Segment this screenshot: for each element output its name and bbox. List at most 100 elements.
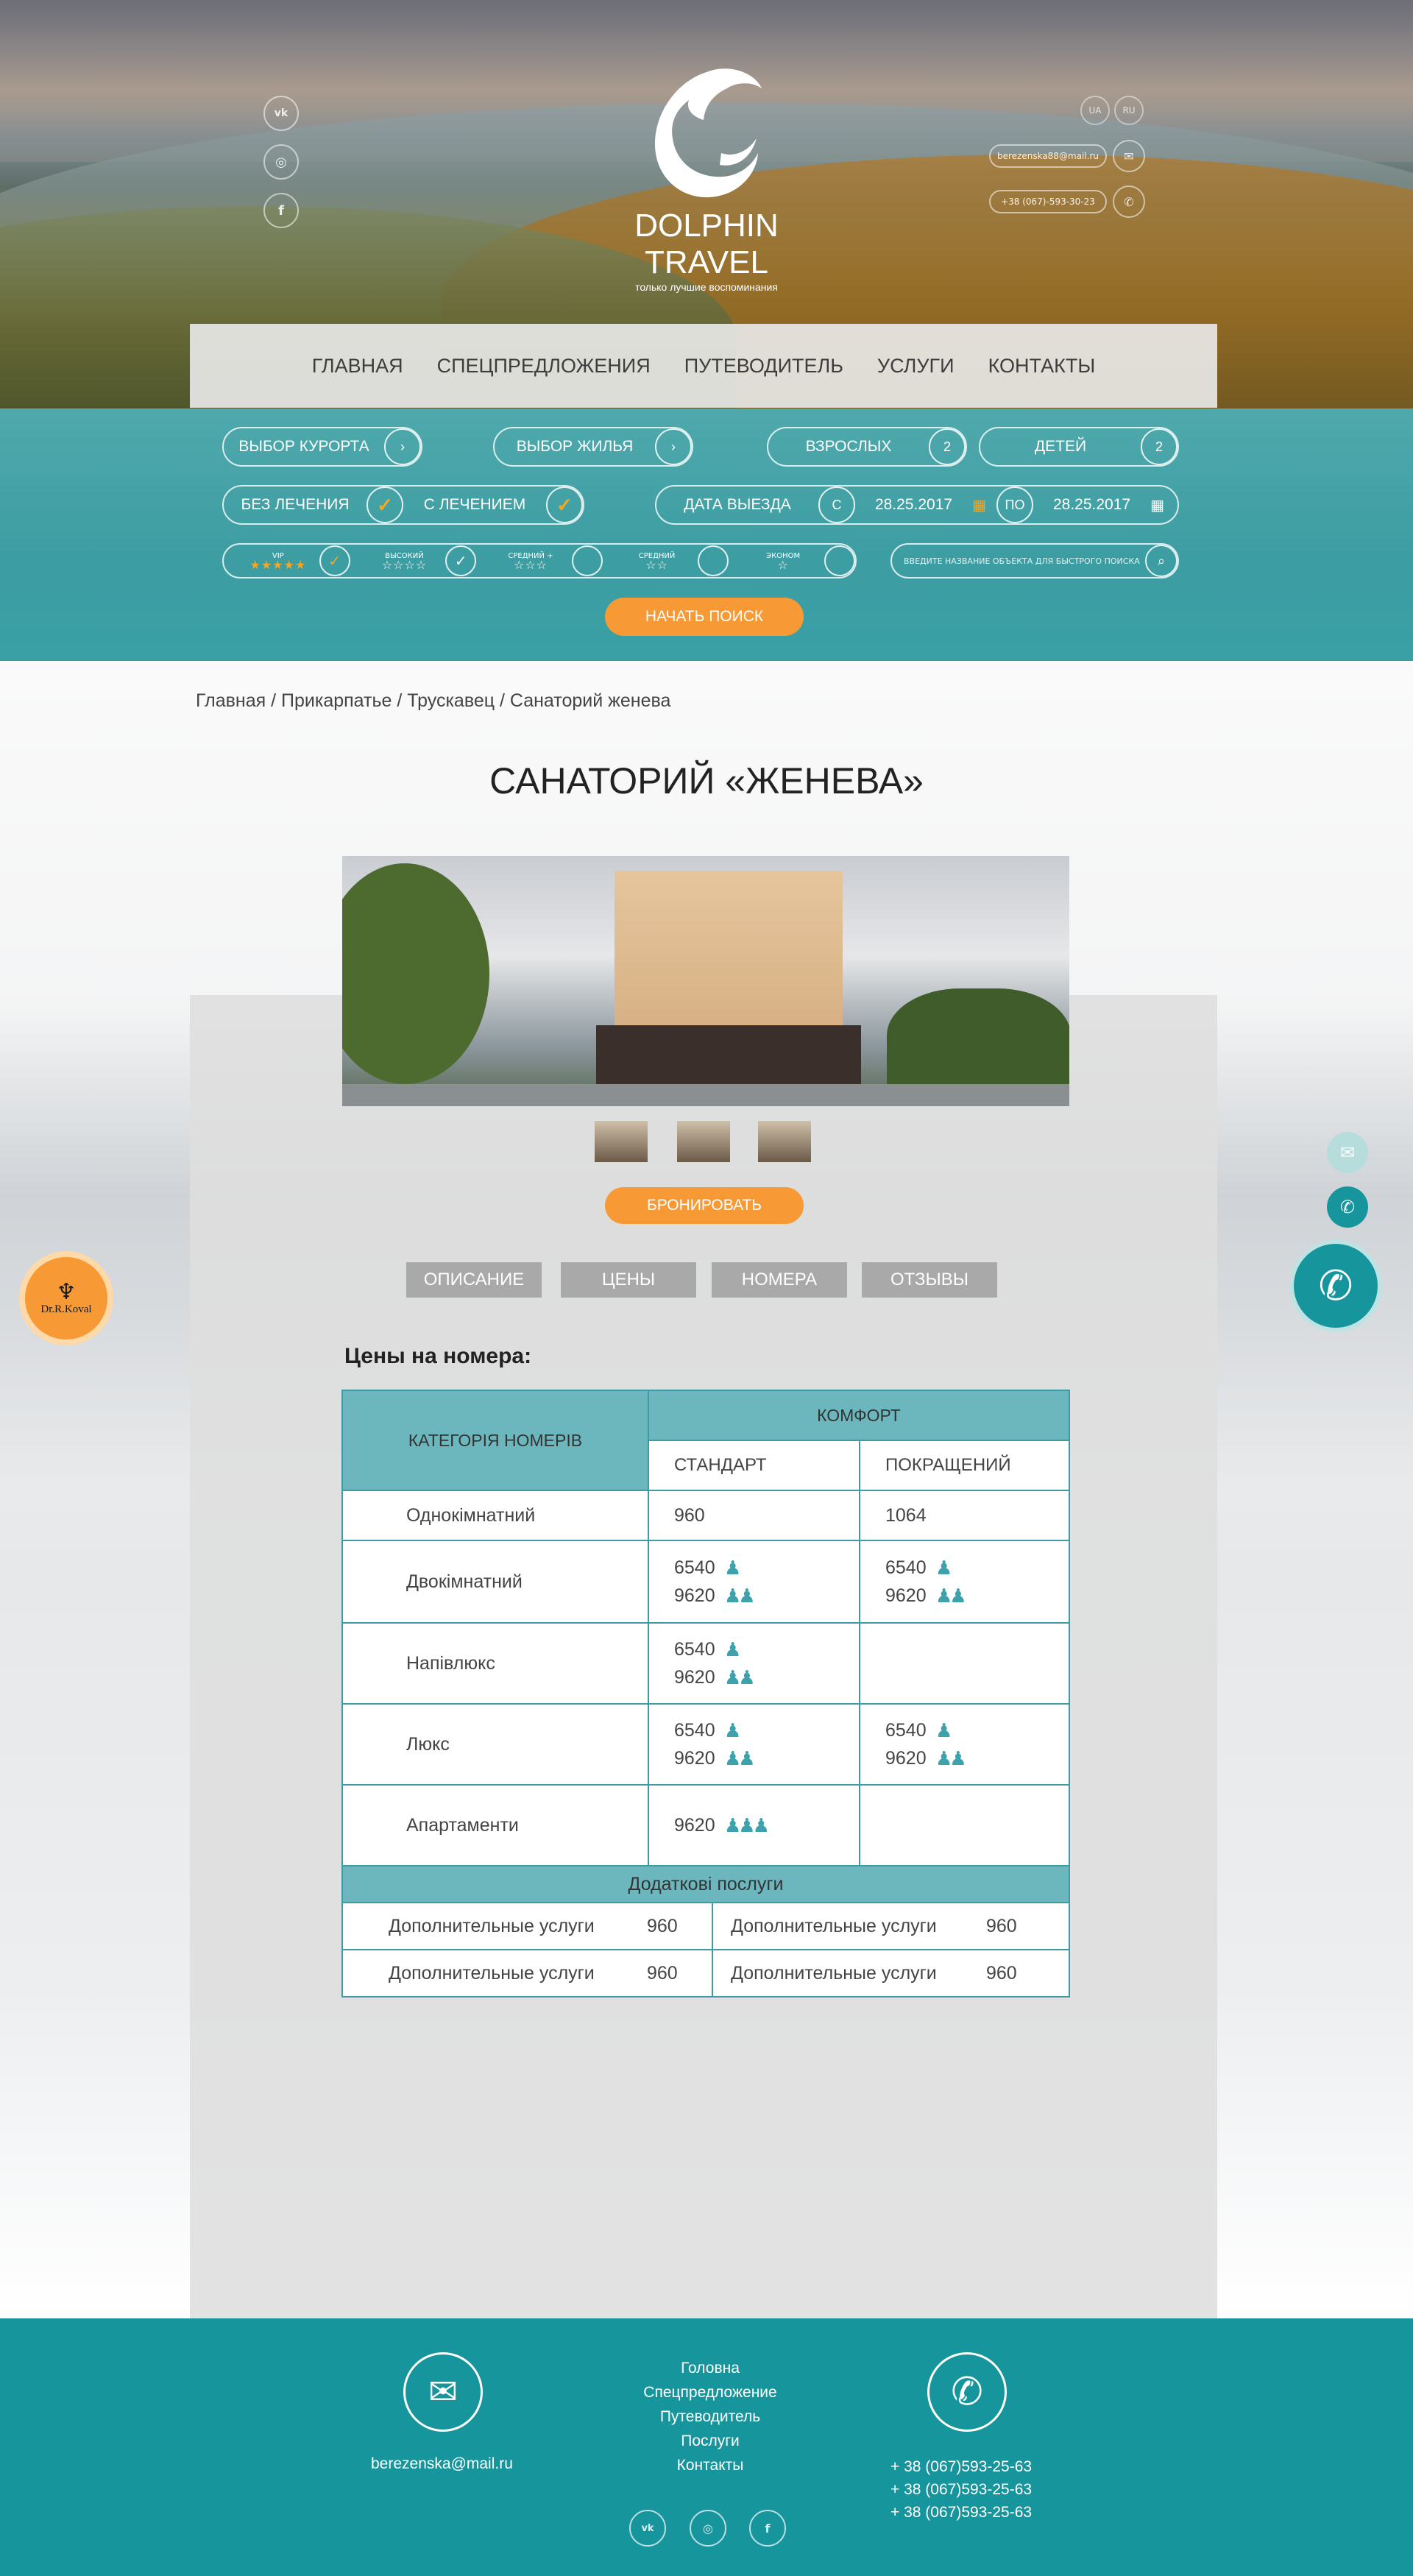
stars-icon: ☆☆☆☆ (381, 558, 428, 572)
adults-count: 2 (929, 428, 966, 465)
extra-services-header: Додаткові послуги (341, 1865, 1070, 1903)
standard-header: СТАНДАРТ (648, 1440, 860, 1491)
facebook-icon[interactable]: f (749, 2510, 786, 2547)
footer-email[interactable]: berezenska@mail.ru (371, 2455, 513, 2473)
nav-home[interactable]: ГЛАВНАЯ (312, 355, 403, 378)
instagram-icon[interactable]: ◎ (690, 2510, 726, 2547)
with-treatment-label: С ЛЕЧЕНИЕМ (423, 496, 526, 513)
quick-search-input[interactable]: ВВЕДИТЕ НАЗВАНИЕ ОБЪЕКТА ДЛЯ БЫСТРОГО ПО… (892, 556, 1145, 566)
footer-phone[interactable]: + 38 (067)593-25-63 (890, 2478, 1032, 2501)
footer-nav-services[interactable]: Послуги (603, 2429, 817, 2453)
footer-nav-home[interactable]: Головна (603, 2356, 817, 2380)
callback-button[interactable]: ✆ (1289, 1239, 1382, 1332)
header-social-links: vk ◎ f (263, 96, 299, 241)
to-date-input[interactable]: 28.25.2017 (1033, 496, 1150, 514)
price-cell: 6540 ♟ 9620 ♟♟ (859, 1540, 1070, 1624)
nav-services[interactable]: УСЛУГИ (877, 355, 955, 378)
photo-thumbnail[interactable] (758, 1121, 811, 1162)
vk-icon[interactable]: vk (263, 96, 299, 131)
person-icon: ♟ (724, 1638, 741, 1660)
dolphin-logo-icon (655, 68, 762, 198)
book-button[interactable]: БРОНИРОВАТЬ (605, 1187, 804, 1224)
no-treatment-checkbox[interactable]: ✓ (366, 486, 403, 523)
table-row: Однокімнатний 960 1064 (341, 1490, 1070, 1541)
treatment-toggle: БЕЗ ЛЕЧЕНИЯ ✓ С ЛЕЧЕНИЕМ ✓ (222, 485, 584, 525)
departure-label: ДАТА ВЫЕЗДА (684, 496, 791, 513)
price-line: 9620 ♟♟ (885, 1582, 1069, 1610)
category-econom-checkbox[interactable] (824, 545, 855, 576)
chevron-right-icon: › (384, 428, 421, 465)
vk-icon[interactable]: vk (629, 2510, 666, 2547)
room-category: Люкс (341, 1703, 649, 1786)
housing-select[interactable]: ВЫБОР ЖИЛЬЯ › (493, 427, 693, 467)
nav-contacts[interactable]: КОНТАКТЫ (988, 355, 1096, 378)
nav-specials[interactable]: СПЕЦПРЕДЛОЖЕНИЯ (437, 355, 651, 378)
adults-select[interactable]: ВЗРОСЛЫХ 2 (767, 427, 967, 467)
photo-thumbnail[interactable] (595, 1121, 648, 1162)
search-icon[interactable]: ⌕ (1145, 545, 1178, 577)
tab-rooms[interactable]: НОМЕРА (712, 1262, 847, 1298)
chevron-right-icon: › (655, 428, 692, 465)
dr-koval-badge[interactable]: ♆ Dr.R.Koval (19, 1251, 113, 1345)
header-phone[interactable]: +38 (067)-593-30-23 (989, 190, 1107, 213)
lang-ru[interactable]: RU (1114, 96, 1144, 125)
phone-icon[interactable]: ✆ (1113, 185, 1145, 218)
tab-description[interactable]: ОПИСАНИЕ (406, 1262, 542, 1298)
footer-phone[interactable]: + 38 (067)593-25-63 (890, 2455, 1032, 2478)
departure-dates: ДАТА ВЫЕЗДА С 28.25.2017 ▦ ПО 28.25.2017… (655, 485, 1179, 525)
table-row: Двокімнатний 6540 ♟ 9620 ♟♟ 6540 ♟ 9620 ♟♟ (341, 1540, 1070, 1624)
calendar-icon[interactable]: ▦ (972, 496, 986, 514)
person-icon: ♟♟ (724, 1666, 756, 1688)
category-mid-checkbox[interactable] (698, 545, 729, 576)
footer-mail-icon[interactable]: ✉ (403, 2352, 483, 2432)
footer-phone-icon[interactable]: ✆ (927, 2352, 1007, 2432)
mail-icon[interactable]: ✉ (1113, 140, 1145, 172)
price-value: 6540 (885, 1719, 927, 1741)
children-select[interactable]: ДЕТЕЙ 2 (979, 427, 1179, 467)
price-value: 9620 (885, 1585, 927, 1606)
person-icon: ♟ (935, 1719, 952, 1741)
price-line: 960 (674, 1501, 859, 1529)
lang-ua[interactable]: UA (1080, 96, 1110, 125)
price-line: 9620 ♟♟♟ (674, 1811, 859, 1839)
instagram-icon[interactable]: ◎ (263, 144, 299, 180)
hotel-main-photo[interactable] (342, 856, 1069, 1106)
category-filter: VIP ★★★★★ ✓ ВЫСОКИЙ ☆☆☆☆ ✓ СРЕДНИЙ + ☆☆☆ СР… (222, 543, 857, 578)
float-mail-button[interactable]: ✉ (1327, 1132, 1368, 1173)
price-cell: 1064 (859, 1490, 1070, 1541)
table-row: Апартаменти 9620 ♟♟♟ (341, 1784, 1070, 1866)
category-high-checkbox[interactable]: ✓ (445, 545, 477, 576)
price-value: 9620 (885, 1747, 927, 1769)
price-cell: 6540 ♟ 9620 ♟♟ (648, 1540, 860, 1624)
from-date-input[interactable]: 28.25.2017 (855, 496, 972, 514)
nav-guide[interactable]: ПУТЕВОДИТЕЛЬ (684, 355, 843, 378)
breadcrumb[interactable]: Главная / Прикарпатье / Трускавец / Сана… (196, 690, 670, 712)
improved-header: ПОКРАЩЕНИЙ (859, 1440, 1070, 1491)
resort-select[interactable]: ВЫБОР КУРОРТА › (222, 427, 422, 467)
float-phone-button[interactable]: ✆ (1327, 1186, 1368, 1228)
photo-thumbnail[interactable] (677, 1121, 730, 1162)
tab-prices[interactable]: ЦЕНЫ (561, 1262, 696, 1298)
footer-nav-contacts[interactable]: Контакты (603, 2453, 817, 2477)
room-category: Напівлюкс (341, 1622, 649, 1705)
tab-reviews[interactable]: ОТЗЫВЫ (862, 1262, 997, 1298)
person-icon: ♟♟♟ (724, 1814, 770, 1836)
main-nav: ГЛАВНАЯ СПЕЦПРЕДЛОЖЕНИЯ ПУТЕВОДИТЕЛЬ УСЛ… (190, 324, 1217, 408)
footer-phone[interactable]: + 38 (067)593-25-63 (890, 2501, 1032, 2524)
header-contacts: UA RU berezenska88@mail.ru ✉ +38 (067)-5… (989, 96, 1145, 231)
start-search-button[interactable]: НАЧАТЬ ПОИСК (605, 598, 804, 636)
with-treatment-checkbox[interactable]: ✓ (546, 486, 583, 523)
price-cell: 960 (648, 1490, 860, 1541)
footer-nav-specials[interactable]: Спецпредложение (603, 2380, 817, 2405)
calendar-icon[interactable]: ▦ (1150, 496, 1164, 514)
extra-service-cell: Дополнительные услуги 960 (712, 1949, 1070, 1998)
site-logo[interactable]: DOLPHIN TRAVEL только лучшие воспоминани… (574, 65, 839, 293)
footer-nav-guide[interactable]: Путеводитель (603, 2405, 817, 2429)
header-email[interactable]: berezenska88@mail.ru (989, 144, 1107, 168)
price-cell (859, 1622, 1070, 1705)
children-count: 2 (1141, 428, 1178, 465)
category-vip-checkbox[interactable]: ✓ (319, 545, 350, 576)
category-midplus-checkbox[interactable] (571, 545, 603, 576)
facebook-icon[interactable]: f (263, 193, 299, 228)
stars-icon: ☆☆ (645, 558, 668, 572)
